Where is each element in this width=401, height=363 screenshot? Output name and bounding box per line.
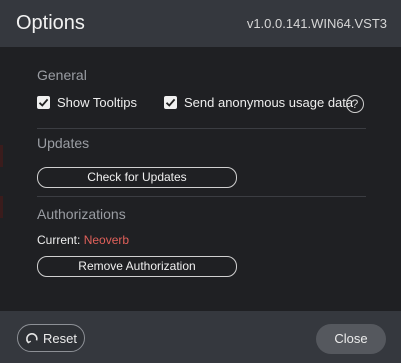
general-section-label: General bbox=[37, 67, 87, 83]
left-edge-mark bbox=[0, 145, 3, 167]
reset-icon bbox=[26, 333, 38, 344]
checkmark-icon bbox=[165, 98, 176, 107]
section-divider bbox=[37, 128, 366, 129]
current-product-value: Neoverb bbox=[83, 233, 130, 247]
send-usage-option[interactable]: Send anonymous usage data bbox=[164, 95, 353, 110]
close-button[interactable]: Close bbox=[316, 324, 386, 354]
title-bar: Options v1.0.0.141.WIN64.VST3 bbox=[0, 0, 401, 47]
help-icon[interactable]: ? bbox=[346, 95, 364, 113]
current-authorization: Current: Neoverb bbox=[37, 233, 129, 247]
check-for-updates-button[interactable]: Check for Updates bbox=[37, 167, 237, 188]
authorizations-section-label: Authorizations bbox=[37, 206, 126, 222]
show-tooltips-option[interactable]: Show Tooltips bbox=[37, 95, 137, 110]
section-divider bbox=[37, 196, 366, 197]
send-usage-label: Send anonymous usage data bbox=[184, 95, 354, 110]
version-label: v1.0.0.141.WIN64.VST3 bbox=[246, 16, 387, 31]
dialog-title: Options bbox=[16, 12, 85, 34]
left-edge-mark bbox=[0, 196, 3, 218]
current-label: Current: bbox=[37, 233, 81, 247]
reset-label: Reset bbox=[43, 330, 77, 346]
reset-button[interactable]: Reset bbox=[17, 324, 85, 352]
options-dialog: Options v1.0.0.141.WIN64.VST3 General Sh… bbox=[0, 0, 401, 363]
send-usage-checkbox[interactable] bbox=[164, 96, 177, 109]
remove-authorization-button[interactable]: Remove Authorization bbox=[37, 256, 237, 277]
checkmark-icon bbox=[38, 98, 49, 107]
show-tooltips-label: Show Tooltips bbox=[57, 95, 137, 110]
show-tooltips-checkbox[interactable] bbox=[37, 96, 50, 109]
updates-section-label: Updates bbox=[37, 135, 90, 151]
